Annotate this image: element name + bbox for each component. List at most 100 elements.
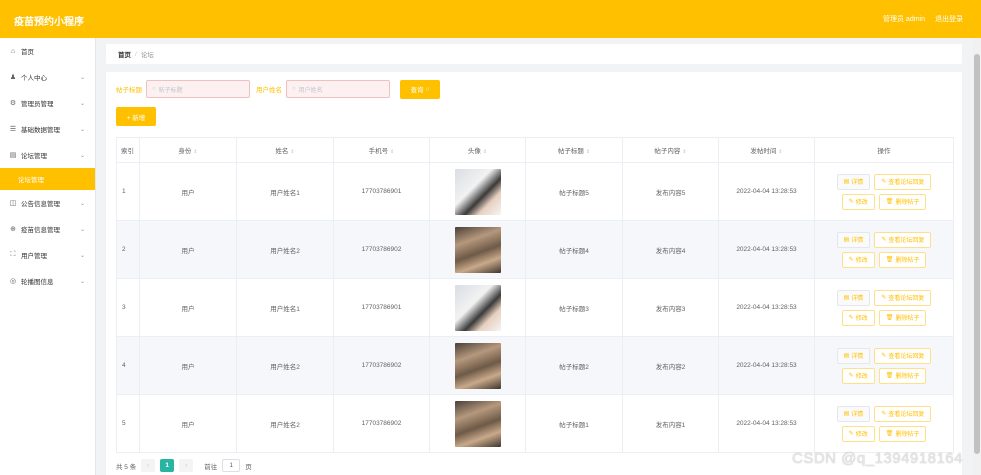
name-search-input[interactable]: ○ 用户姓名 [286,80,390,98]
detail-button[interactable]: ▤ 详情 [836,173,871,190]
cell-title: 帖子标题3 [525,278,623,337]
chevron-down-icon: ⌄ [79,278,85,285]
sidebar-item-label: 用户管理 [21,253,47,260]
breadcrumb-home[interactable]: 首页 [118,49,131,59]
table-header-cell[interactable]: 手机号 ⇕ [333,137,430,163]
actions-row-1: ▤ 详情 ✎ 查看论坛回复 [836,347,932,364]
sidebar-subitem-forum[interactable]: 论坛管理 [0,168,95,190]
view-reply-button[interactable]: ✎ 查看论坛回复 [874,405,932,422]
cell-time: 2022-04-04 13:28:53 [718,394,815,453]
delete-label: 删除帖子 [895,200,920,206]
avatar[interactable] [454,342,501,389]
header-label: 操作 [877,148,891,155]
detail-label: 详情 [851,354,864,360]
pager-page-1[interactable]: 1 [160,459,175,472]
avatar[interactable] [454,284,501,331]
sidebar-item[interactable]: ◫ 公告信息管理 ⌄ [0,190,95,216]
cell-name: 用户姓名2 [236,336,334,395]
cell-name: 用户姓名2 [236,220,334,279]
sidebar-item[interactable]: ⛶ 用户管理 ⌄ [0,242,95,268]
header-label: 头像 [467,148,481,155]
title-search-placeholder: 帖子标题 [158,87,183,94]
avatar[interactable] [454,226,501,273]
sidebar-item[interactable]: ♟ 个人中心 ⌄ [0,64,95,90]
delete-button[interactable]: 🗑 删除帖子 [878,367,927,384]
table-header-cell[interactable]: 姓名 ⇕ [236,137,334,163]
pager-goto-input[interactable]: 1 [222,459,241,472]
avatar[interactable] [454,168,501,215]
view-reply-button[interactable]: ✎ 查看论坛回复 [874,289,932,306]
sort-icon[interactable]: ⇕ [290,149,294,155]
sidebar-item-label: 论坛管理 [21,153,47,160]
view-reply-label: 查看论坛回复 [888,296,925,302]
logout-link[interactable]: 退出登录 [935,14,963,24]
detail-button[interactable]: ▤ 详情 [836,347,871,364]
header-label: 帖子标题 [557,148,584,155]
search-button[interactable]: 查询 ○ [400,79,440,99]
delete-button[interactable]: 🗑 删除帖子 [878,309,927,326]
title-search-label: 帖子标题 [116,87,142,94]
table-row: 5 用户 用户姓名2 17703786902 帖子标题1 发布内容1 2022-… [116,394,954,453]
search-icon: ○ [152,86,156,92]
sort-icon[interactable]: ⇕ [483,149,487,155]
view-reply-button[interactable]: ✎ 查看论坛回复 [874,173,932,190]
edit-button[interactable]: ✎ 修改 [841,309,875,326]
sort-icon[interactable]: ⇕ [778,149,782,155]
trash-icon: 🗑 [885,373,894,379]
sort-icon[interactable]: ⇕ [390,149,394,155]
add-button[interactable]: + 新增 [116,107,156,126]
edit-icon: ✎ [848,373,854,379]
delete-label: 删除帖子 [895,258,920,264]
cell-title: 帖子标题1 [525,394,623,453]
cell-role: 用户 [139,278,237,337]
name-search-placeholder: 用户姓名 [298,87,323,94]
delete-button[interactable]: 🗑 删除帖子 [878,193,927,210]
edit-button[interactable]: ✎ 修改 [841,425,875,442]
sidebar-item[interactable]: ▤ 论坛管理 ⌄ [0,142,95,168]
view-reply-button[interactable]: ✎ 查看论坛回复 [874,347,932,364]
actions-row-2: ✎ 修改 🗑 删除帖子 [841,425,927,442]
cell-role: 用户 [139,220,237,279]
sort-icon[interactable]: ⇕ [682,149,686,155]
document-icon: ▤ [843,237,850,243]
sort-icon[interactable]: ⇕ [586,149,590,155]
sidebar-item[interactable]: ⚙ 管理员管理 ⌄ [0,90,95,116]
pager-next-button[interactable]: › [179,459,194,472]
delete-button[interactable]: 🗑 删除帖子 [878,425,927,442]
name-search-label: 用户姓名 [256,87,282,94]
scrollbar-thumb[interactable] [974,54,980,454]
delete-label: 删除帖子 [895,432,920,438]
detail-button[interactable]: ▤ 详情 [836,289,871,306]
forum-table: 索引 身份 ⇕ 姓名 ⇕ 手机号 ⇕ 头像 ⇕ 帖子标题 ⇕ 帖子内容 ⇕ 发帖时间 ⇕ 操作 1 用户 用户… [116,137,954,453]
table-header-cell[interactable]: 帖子标题 ⇕ [525,137,623,163]
table-header-cell[interactable]: 发帖时间 ⇕ [718,137,815,163]
detail-button[interactable]: ▤ 详情 [836,231,871,248]
sidebar-item-label: 轮播图信息 [21,279,54,286]
table-header-cell[interactable]: 身份 ⇕ [139,137,237,163]
detail-button[interactable]: ▤ 详情 [836,405,871,422]
edit-button[interactable]: ✎ 修改 [841,251,875,268]
cell-time: 2022-04-04 13:28:53 [718,220,815,279]
edit-icon: ✎ [848,315,854,321]
title-search-input[interactable]: ○ 帖子标题 [146,80,250,98]
page-scrollbar[interactable] [973,38,981,475]
detail-label: 详情 [851,296,864,302]
cell-content: 发布内容1 [622,394,719,453]
pager-prev-button[interactable]: ‹ [141,459,156,472]
edit-button[interactable]: ✎ 修改 [841,367,875,384]
actions-row-1: ▤ 详情 ✎ 查看论坛回复 [836,173,932,190]
sidebar-item[interactable]: ☰ 基础数据管理 ⌄ [0,116,95,142]
sort-icon[interactable]: ⇕ [193,149,197,155]
edit-icon: ✎ [848,199,854,205]
table-header-cell[interactable]: 帖子内容 ⇕ [622,137,719,163]
pager-goto-label: 前往 [204,463,218,471]
delete-button[interactable]: 🗑 删除帖子 [878,251,927,268]
sidebar-item[interactable]: ⌂ 首页 [0,38,95,64]
pagination: 共 5 条 ‹ 1 › 前往 1 页 [116,459,252,472]
avatar[interactable] [454,400,501,447]
view-reply-button[interactable]: ✎ 查看论坛回复 [874,231,932,248]
sidebar-item[interactable]: ◎ 轮播图信息 ⌄ [0,268,95,294]
edit-button[interactable]: ✎ 修改 [841,193,875,210]
sidebar-item[interactable]: ⊕ 疫苗信息管理 ⌄ [0,216,95,242]
view-reply-label: 查看论坛回复 [888,412,925,418]
